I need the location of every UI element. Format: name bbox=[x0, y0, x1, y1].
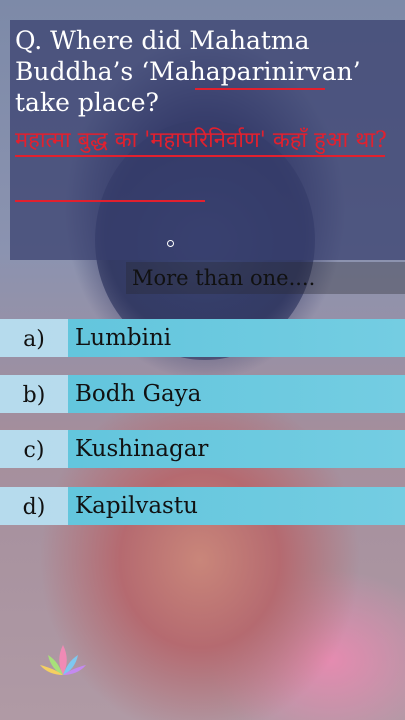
underline-mark bbox=[15, 155, 385, 157]
lotus-icon bbox=[40, 645, 86, 675]
underline-mark bbox=[15, 200, 205, 202]
option-c[interactable]: c) Kushinagar bbox=[0, 430, 405, 468]
cursor-dot bbox=[167, 240, 174, 247]
option-letter: c) bbox=[0, 430, 68, 468]
option-letter: b) bbox=[0, 375, 68, 413]
option-d[interactable]: d) Kapilvastu bbox=[0, 487, 405, 525]
underline-mark bbox=[195, 88, 325, 90]
option-text: Bodh Gaya bbox=[75, 381, 202, 407]
option-text: Kapilvastu bbox=[75, 493, 198, 519]
option-text: Lumbini bbox=[75, 325, 172, 351]
option-letter: a) bbox=[0, 319, 68, 357]
question-hindi: महात्मा बुद्ध का 'महापरिनिर्वाण' कहाँ हु… bbox=[15, 128, 387, 153]
hint-label: More than one.... bbox=[126, 262, 405, 294]
option-letter: d) bbox=[0, 487, 68, 525]
option-b[interactable]: b) Bodh Gaya bbox=[0, 375, 405, 413]
question-english: Q. Where did Mahatma Buddha’s ‘Mahaparin… bbox=[15, 26, 361, 117]
option-a[interactable]: a) Lumbini bbox=[0, 319, 405, 357]
option-text: Kushinagar bbox=[75, 436, 209, 462]
